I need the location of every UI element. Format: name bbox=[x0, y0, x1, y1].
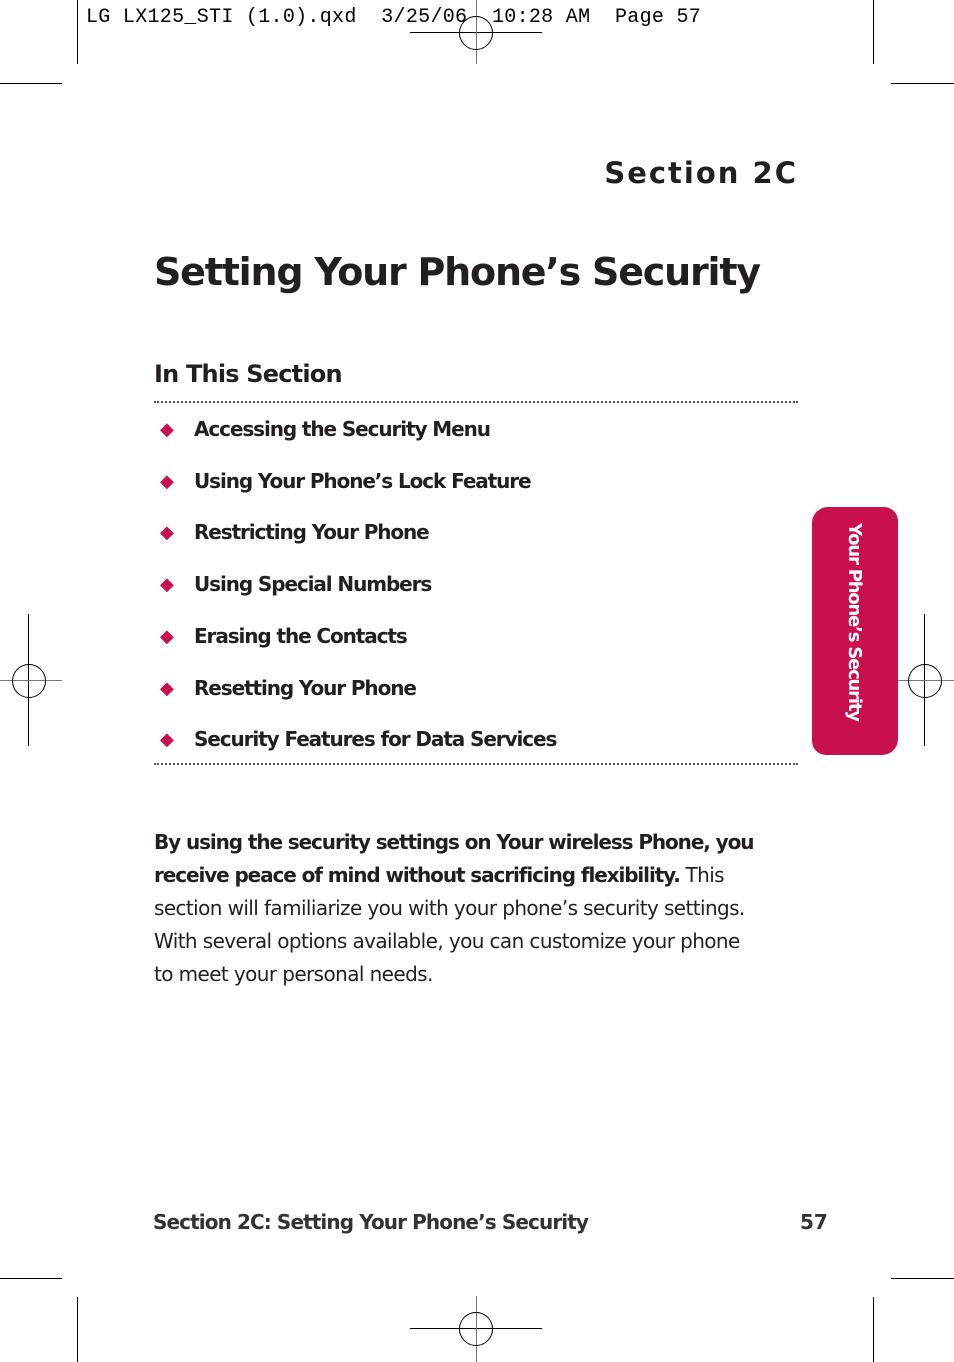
list-item: ◆ Accessing the Security Menu bbox=[160, 415, 491, 443]
dotted-divider-bottom bbox=[154, 763, 798, 765]
list-item: ◆ Resetting Your Phone bbox=[160, 674, 417, 702]
crop-mark bbox=[891, 83, 954, 84]
crop-mark bbox=[0, 1278, 62, 1279]
list-item: ◆ Security Features for Data Services bbox=[160, 725, 557, 753]
list-item: ◆ Using Your Phone’s Lock Feature bbox=[160, 467, 532, 495]
list-item-label: Erasing the Contacts bbox=[194, 624, 408, 648]
diamond-icon: ◆ bbox=[160, 573, 174, 595]
page-title: Setting Your Phone’s Security bbox=[154, 250, 761, 294]
section-label: Section 2C bbox=[604, 156, 798, 190]
diamond-icon: ◆ bbox=[160, 677, 174, 699]
intro-bold-lead: By using the security settings on Your w… bbox=[154, 830, 754, 887]
dotted-divider-top bbox=[154, 401, 798, 403]
crop-mark bbox=[77, 1297, 78, 1362]
page-number: 57 bbox=[800, 1210, 828, 1234]
diamond-icon: ◆ bbox=[160, 728, 174, 750]
diamond-icon: ◆ bbox=[160, 625, 174, 647]
list-item: ◆ Using Special Numbers bbox=[160, 570, 432, 598]
list-item-label: Restricting Your Phone bbox=[194, 520, 430, 544]
print-slug-line: LG LX125_STI (1.0).qxd 3/25/06 10:28 AM … bbox=[86, 6, 702, 29]
list-item-label: Using Special Numbers bbox=[194, 572, 432, 596]
list-item-label: Resetting Your Phone bbox=[194, 676, 417, 700]
crop-mark bbox=[891, 1278, 954, 1279]
side-tab-label: Your Phone’s Security bbox=[844, 523, 865, 721]
footer-running-title: Section 2C: Setting Your Phone’s Securit… bbox=[153, 1210, 589, 1234]
crop-mark bbox=[77, 0, 78, 64]
diamond-icon: ◆ bbox=[160, 470, 174, 492]
in-this-section-heading: In This Section bbox=[154, 360, 343, 388]
diamond-icon: ◆ bbox=[160, 521, 174, 543]
list-item: ◆ Restricting Your Phone bbox=[160, 518, 430, 546]
crop-mark bbox=[0, 83, 62, 84]
list-item-label: Security Features for Data Services bbox=[194, 727, 557, 751]
list-item-label: Using Your Phone’s Lock Feature bbox=[194, 469, 532, 493]
section-side-tab: Your Phone’s Security bbox=[812, 507, 898, 755]
crop-mark bbox=[873, 1297, 874, 1362]
diamond-icon: ◆ bbox=[160, 418, 174, 440]
list-item: ◆ Erasing the Contacts bbox=[160, 622, 408, 650]
list-item-label: Accessing the Security Menu bbox=[194, 417, 491, 441]
crop-mark bbox=[873, 0, 874, 64]
intro-paragraph: By using the security settings on Your w… bbox=[154, 826, 754, 991]
